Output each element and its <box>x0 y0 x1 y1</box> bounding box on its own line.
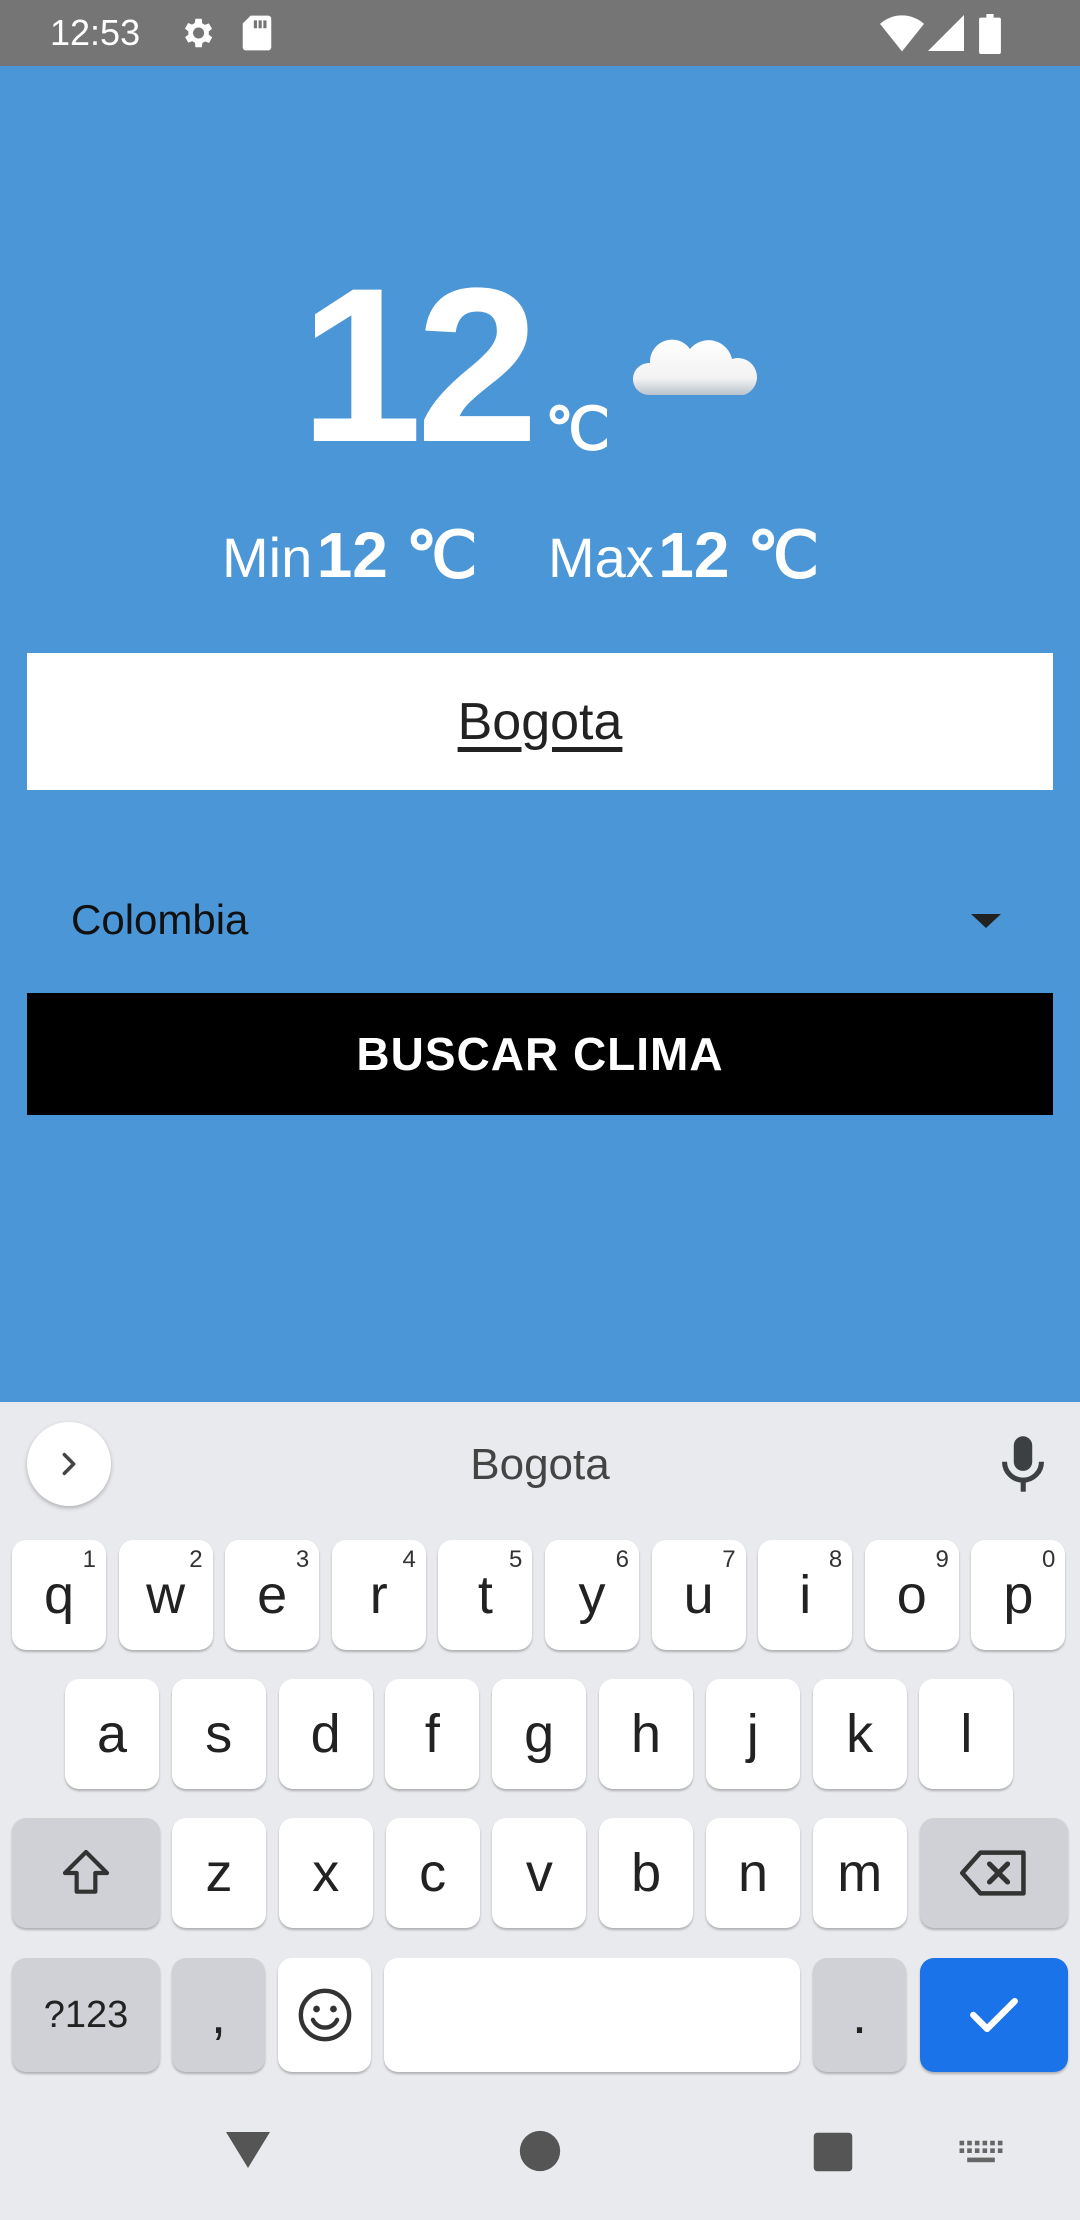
key-label: q <box>43 1565 75 1625</box>
max-temperature: Max 12 ℃ <box>548 518 819 593</box>
emoji-icon <box>298 1988 351 2042</box>
key-hint: 1 <box>82 1546 96 1573</box>
key-label: t <box>477 1565 493 1625</box>
suggestion-bar: Bogota <box>0 1402 1080 1522</box>
signal-icon <box>928 15 964 51</box>
space-key[interactable] <box>384 1958 800 2072</box>
recents-icon[interactable] <box>812 2131 854 2173</box>
key-t[interactable]: t5 <box>438 1540 533 1650</box>
key-label: o <box>896 1565 927 1625</box>
min-temperature: Min 12 ℃ <box>222 518 478 593</box>
settings-icon <box>184 18 213 48</box>
key-x[interactable]: x <box>278 1818 373 1928</box>
sd-card-icon <box>242 15 272 51</box>
key-f[interactable]: f <box>385 1679 480 1789</box>
backspace-icon <box>960 1850 1026 1896</box>
key-k[interactable]: k <box>812 1679 907 1789</box>
key-b[interactable]: b <box>599 1818 694 1928</box>
key-a[interactable]: a <box>65 1679 159 1789</box>
temperature-display: 12 ℃ <box>0 255 1080 475</box>
key-i[interactable]: i8 <box>758 1540 853 1650</box>
key-j[interactable]: j <box>705 1679 800 1789</box>
key-label: u <box>683 1565 714 1625</box>
home-icon[interactable] <box>518 2129 562 2173</box>
key-q[interactable]: q1 <box>12 1540 106 1650</box>
key-o[interactable]: o9 <box>864 1540 959 1650</box>
country-select[interactable]: Colombia <box>27 870 1053 970</box>
key-hint: 5 <box>509 1546 523 1573</box>
enter-key[interactable] <box>920 1958 1068 2072</box>
temperature-value: 12 <box>300 242 539 488</box>
min-value: 12 ℃ <box>316 519 478 591</box>
key-v[interactable]: v <box>492 1818 587 1928</box>
city-input[interactable]: Bogota <box>27 653 1053 790</box>
cloud-icon <box>632 339 757 395</box>
dropdown-arrow-icon <box>971 914 1001 928</box>
key-hint: 7 <box>722 1546 736 1573</box>
key-hint: 2 <box>189 1546 203 1573</box>
keyboard-switch-icon[interactable] <box>958 2139 1004 2167</box>
key-label: p <box>1003 1565 1034 1625</box>
key-hint: 6 <box>615 1546 629 1573</box>
key-m[interactable]: m <box>812 1818 907 1928</box>
key-d[interactable]: d <box>278 1679 373 1789</box>
key-n[interactable]: n <box>706 1818 800 1928</box>
key-label: y <box>578 1565 606 1625</box>
emoji-key[interactable] <box>278 1958 371 2072</box>
comma-key[interactable]: , <box>172 1958 265 2072</box>
wifi-icon <box>880 15 924 52</box>
soft-keyboard: Bogota q1w2e3r4t5y6u7i8o9p0 asdfghjkl zx… <box>0 1402 1080 2117</box>
key-p[interactable]: p0 <box>971 1540 1066 1650</box>
backspace-key[interactable] <box>920 1818 1068 1928</box>
key-w[interactable]: w2 <box>118 1540 213 1650</box>
key-h[interactable]: h <box>599 1679 693 1789</box>
status-time: 12:53 <box>50 12 141 53</box>
max-value: 12 ℃ <box>658 519 820 591</box>
key-z[interactable]: z <box>172 1818 266 1928</box>
key-c[interactable]: c <box>385 1818 480 1928</box>
temperature-unit: ℃ <box>545 397 611 462</box>
max-label: Max <box>548 526 654 589</box>
key-label: e <box>257 1565 288 1625</box>
key-s[interactable]: s <box>171 1679 266 1789</box>
key-hint: 0 <box>1042 1546 1056 1573</box>
key-g[interactable]: g <box>492 1679 587 1789</box>
key-label: r <box>369 1565 388 1625</box>
key-e[interactable]: e3 <box>225 1540 320 1650</box>
suggestion-word[interactable]: Bogota <box>0 1440 1080 1490</box>
key-l[interactable]: l <box>919 1679 1014 1789</box>
key-hint: 9 <box>935 1546 949 1573</box>
status-bar: 12:53 <box>0 0 1080 66</box>
key-label: w <box>146 1565 186 1625</box>
search-weather-button[interactable]: BUSCAR CLIMA <box>27 993 1053 1115</box>
key-hint: 8 <box>828 1546 843 1573</box>
checkmark-icon <box>970 1997 1018 2033</box>
navigation-bar <box>0 2117 1080 2220</box>
min-max-row: Min 12 ℃ Max 12 ℃ <box>0 518 1080 598</box>
country-selected-value: Colombia <box>71 896 249 943</box>
key-y[interactable]: y6 <box>545 1540 639 1650</box>
key-label: i <box>799 1565 812 1625</box>
key-hint: 3 <box>295 1546 310 1573</box>
key-hint: 4 <box>402 1546 416 1573</box>
shift-key[interactable] <box>12 1818 160 1928</box>
symbols-key[interactable]: ?123 <box>12 1958 160 2072</box>
city-input-value: Bogota <box>457 692 623 751</box>
back-icon[interactable] <box>224 2129 272 2171</box>
period-key[interactable]: . <box>813 1958 906 2072</box>
shift-icon <box>62 1849 110 1894</box>
battery-icon <box>979 14 1001 54</box>
key-u[interactable]: u7 <box>651 1540 746 1650</box>
microphone-icon[interactable] <box>995 1434 1051 1494</box>
min-label: Min <box>222 526 313 589</box>
key-r[interactable]: r4 <box>331 1540 426 1650</box>
